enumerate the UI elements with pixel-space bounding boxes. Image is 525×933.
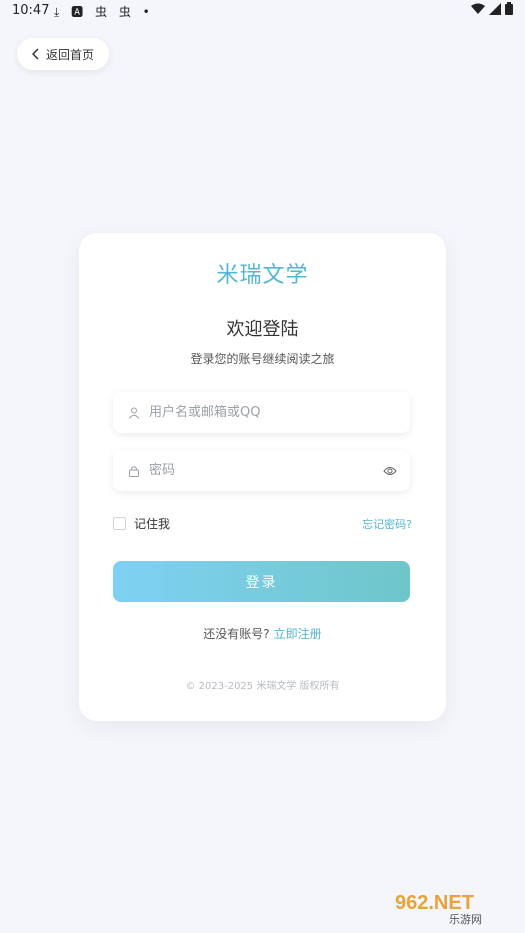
eye-icon[interactable] (382, 463, 398, 479)
password-input[interactable] (147, 462, 382, 479)
username-input[interactable] (147, 404, 410, 421)
dot-icon: • (142, 5, 154, 19)
copyright-text: © 2023-2025 米瑞文学 版权所有 (185, 681, 340, 692)
back-home-button[interactable]: 返回首页 (17, 38, 109, 70)
username-field[interactable] (113, 392, 410, 433)
remember-me-label: 记住我 (134, 517, 171, 531)
brand-logo: 米瑞文学 (216, 263, 309, 288)
watermark-subtext: 乐游网 (449, 913, 482, 926)
user-icon (127, 406, 141, 420)
download-icon: ⤓ (54, 5, 64, 19)
signal-icon (489, 2, 501, 15)
login-card: 米瑞文学 欢迎登陆 登录您的账号继续阅读之旅 记住我 忘记密码? 登录 还没有账… (79, 233, 446, 721)
status-icons-left: ⤓ 🅰 虫 虫 • (54, 3, 154, 20)
lock-icon (127, 464, 141, 478)
login-button[interactable]: 登录 (113, 561, 410, 602)
status-icons-right (471, 2, 513, 15)
register-prompt: 还没有账号? (203, 627, 270, 641)
battery-icon (505, 2, 513, 15)
a-icon: 🅰 (71, 5, 88, 19)
register-row: 还没有账号? 立即注册 (79, 625, 446, 642)
password-field[interactable] (113, 450, 410, 491)
back-home-label: 返回首页 (45, 47, 94, 62)
watermark-text: 962.NET (395, 892, 474, 914)
bug-icon: 虫 (94, 5, 111, 19)
page-subtitle: 登录您的账号继续阅读之旅 (190, 352, 335, 366)
register-link[interactable]: 立即注册 (274, 627, 322, 641)
checkbox-box[interactable] (113, 517, 126, 530)
forgot-password-link[interactable]: 忘记密码? (362, 516, 412, 532)
remember-me-checkbox[interactable]: 记住我 (113, 515, 170, 532)
wifi-icon (471, 3, 485, 14)
status-bar: 10:47 ⤓ 🅰 虫 虫 • (0, 0, 525, 22)
bug-icon: 虫 (118, 5, 135, 19)
status-time: 10:47 (12, 3, 50, 18)
chevron-left-icon (31, 48, 39, 60)
page-title: 欢迎登陆 (226, 319, 299, 340)
watermark-logo: 962.NET 乐游网 (395, 892, 482, 926)
